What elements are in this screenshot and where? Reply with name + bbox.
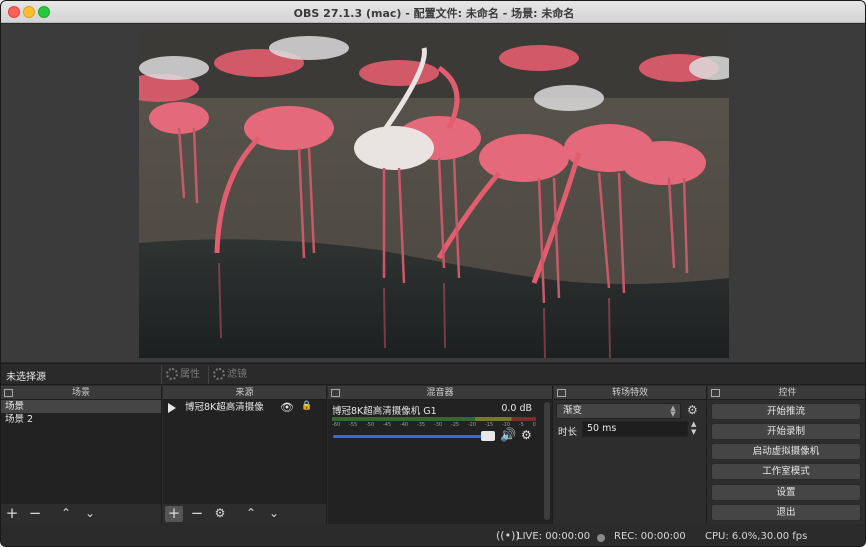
meter-tick-label: -50: [365, 422, 375, 428]
mixer-scrollbar[interactable]: [544, 402, 550, 520]
move-scene-up-button[interactable]: ⌃: [57, 506, 75, 522]
select-arrows-icon: ▲ ▼: [670, 404, 676, 418]
filters-button[interactable]: 滤镜: [208, 366, 251, 384]
cpu-fps: CPU: 6.0%,30.00 fps: [705, 531, 808, 542]
move-scene-down-button[interactable]: ⌄: [81, 506, 99, 522]
sources-dock: 来源 博冠8K超高清摄像 👁 🔒 + − ⚙ ⌃ ⌄: [163, 386, 327, 524]
rec-time: REC: 00:00:00: [614, 531, 686, 542]
properties-label: 属性: [180, 369, 200, 380]
source-properties-gear-icon[interactable]: ⚙: [211, 506, 229, 522]
add-source-button[interactable]: +: [165, 506, 183, 522]
transition-settings-gear-icon[interactable]: ⚙: [687, 403, 698, 417]
meter-tick-label: -45: [382, 422, 392, 428]
meter-tick-label: -60: [332, 422, 341, 428]
mixer-body: 博冠8K超高清摄像机 G1 0.0 dB -60 -55 -50 -45 -40 -35 -…: [328, 400, 552, 524]
start-streaming-button[interactable]: 开始推流: [711, 403, 861, 420]
transitions-dock-title: 转场特效: [611, 388, 648, 398]
controls-dock: 控件 开始推流 开始录制 启动虚拟摄像机 工作室模式 设置 退出: [708, 386, 865, 524]
sources-dock-header: 来源: [163, 386, 326, 400]
sources-toolbar: + − ⚙ ⌃ ⌄: [163, 504, 326, 524]
live-time: LIVE: 00:00:00: [517, 531, 591, 542]
duration-label: 时长: [558, 427, 578, 438]
source-item[interactable]: 博冠8K超高清摄像 👁 🔒: [163, 400, 326, 415]
mixer-dock: 混音器 博冠8K超高清摄像机 G1 0.0 dB -60 -55 -50 -45 -40…: [328, 386, 553, 524]
rec-dot-icon: [597, 534, 605, 542]
filter-icon: [213, 368, 225, 380]
preview-area: [1, 24, 865, 362]
mixer-dock-header: 混音器: [328, 386, 552, 400]
obs-window: OBS 27.1.3 (mac) - 配置文件: 未命名 - 场景: 未命名 未…: [0, 0, 866, 547]
undock-icon[interactable]: [711, 389, 720, 397]
no-source-selected-label: 未选择源: [6, 372, 46, 383]
source-name: 博冠8K超高清摄像: [185, 402, 264, 413]
meter-tick-label: -20: [467, 422, 477, 428]
title-bar: OBS 27.1.3 (mac) - 配置文件: 未命名 - 场景: 未命名: [1, 1, 865, 23]
duration-stepper-icon[interactable]: ▲ ▼: [691, 420, 696, 436]
meter-tick-label: 0: [532, 422, 536, 428]
play-icon[interactable]: [168, 403, 176, 413]
scene-item[interactable]: 场景 2: [1, 413, 161, 426]
transition-select[interactable]: 渐变 ▲ ▼: [556, 403, 681, 419]
gear-icon: [166, 368, 178, 380]
mixer-settings-gear-icon[interactable]: ⚙: [521, 428, 532, 442]
controls-dock-header: 控件: [708, 386, 865, 400]
source-toolbar: 未选择源 属性 滤镜: [1, 363, 865, 385]
meter-tick-label: -35: [416, 422, 426, 428]
scenes-list: 场景 场景 2: [1, 400, 161, 504]
move-source-down-button[interactable]: ⌄: [265, 506, 283, 522]
scene-item[interactable]: 场景: [1, 400, 161, 413]
controls-dock-title: 控件: [778, 388, 797, 398]
undock-icon[interactable]: [4, 389, 13, 397]
mixer-dock-title: 混音器: [426, 388, 454, 398]
controls-body: 开始推流 开始录制 启动虚拟摄像机 工作室模式 设置 退出: [708, 400, 865, 524]
flamingo-scene-image: [139, 28, 729, 358]
mixer-device-name: 博冠8K超高清摄像机 G1: [332, 406, 437, 417]
audio-level-meter: [332, 417, 536, 421]
scenes-dock-header: 场景: [1, 386, 161, 400]
window-title: OBS 27.1.3 (mac) - 配置文件: 未命名 - 场景: 未命名: [293, 7, 575, 20]
remove-scene-button[interactable]: −: [26, 506, 44, 522]
transitions-dock-header: 转场特效: [554, 386, 706, 400]
studio-mode-button[interactable]: 工作室模式: [711, 463, 861, 480]
meter-tick-label: -25: [450, 422, 460, 428]
transitions-dock: 转场特效 渐变 ▲ ▼ ⚙ 时长 50 ms ▲ ▼: [554, 386, 707, 524]
scenes-toolbar: + − ⌃ ⌄: [1, 504, 161, 524]
move-source-up-button[interactable]: ⌃: [242, 506, 260, 522]
transitions-body: 渐变 ▲ ▼ ⚙ 时长 50 ms ▲ ▼: [554, 400, 706, 524]
visibility-eye-icon[interactable]: 👁: [280, 400, 294, 415]
lock-icon[interactable]: 🔒: [301, 399, 312, 414]
volume-slider[interactable]: [333, 435, 488, 438]
add-scene-button[interactable]: +: [3, 506, 21, 522]
start-recording-button[interactable]: 开始录制: [711, 423, 861, 440]
transition-select-value: 渐变: [563, 405, 583, 416]
meter-tick-label: -15: [484, 422, 494, 428]
volume-slider-knob[interactable]: [481, 431, 495, 441]
undock-icon[interactable]: [557, 389, 566, 397]
properties-button[interactable]: 属性: [161, 366, 204, 384]
meter-tick-label: -55: [348, 422, 358, 428]
settings-button[interactable]: 设置: [711, 484, 861, 501]
scenes-dock-title: 场景: [71, 388, 90, 398]
mixer-level-db: 0.0 dB: [501, 403, 532, 414]
undock-icon[interactable]: [331, 389, 340, 397]
filters-label: 滤镜: [227, 369, 247, 380]
sources-dock-title: 来源: [235, 388, 254, 398]
remove-source-button[interactable]: −: [188, 506, 206, 522]
meter-tick-label: -40: [399, 422, 409, 428]
exit-button[interactable]: 退出: [711, 504, 861, 521]
speaker-icon[interactable]: 🔊: [500, 428, 516, 443]
scenes-dock: 场景 场景 场景 2 + − ⌃ ⌄: [1, 386, 162, 524]
sources-list: 博冠8K超高清摄像 👁 🔒: [163, 400, 326, 504]
meter-tick-label: -30: [433, 422, 443, 428]
duration-input[interactable]: 50 ms: [582, 421, 688, 437]
start-virtual-camera-button[interactable]: 启动虚拟摄像机: [711, 443, 861, 460]
preview-canvas[interactable]: [139, 28, 729, 358]
status-bar: ((•)) LIVE: 00:00:00 REC: 00:00:00 CPU: …: [1, 526, 865, 546]
